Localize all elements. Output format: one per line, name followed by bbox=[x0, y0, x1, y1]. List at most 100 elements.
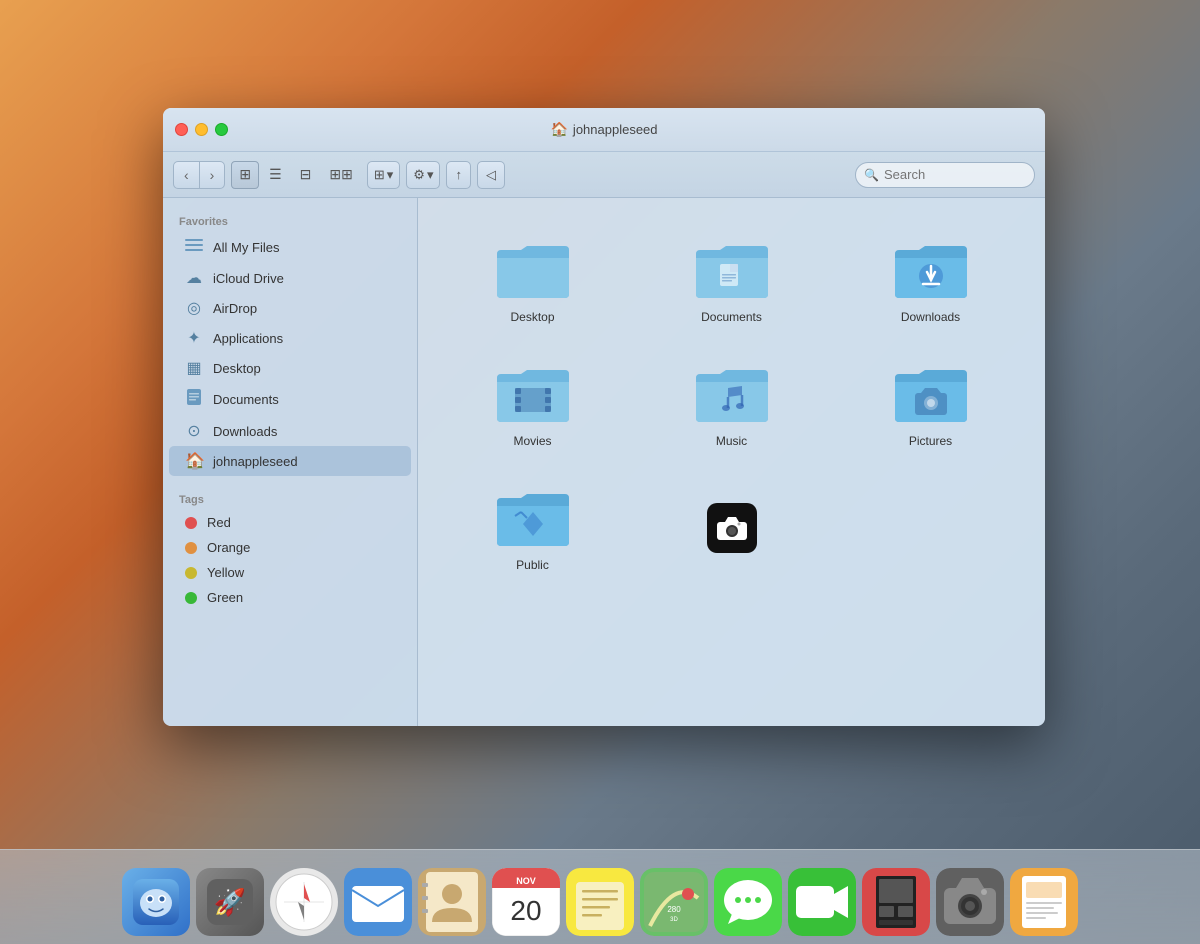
cover-flow-button[interactable]: ⊞⊞ bbox=[321, 161, 360, 189]
dock-item-photobooth[interactable] bbox=[862, 868, 930, 936]
group-icon: ⊞ bbox=[374, 167, 385, 183]
svg-text:20: 20 bbox=[510, 895, 541, 926]
dock-item-maps[interactable]: 280 3D bbox=[640, 868, 708, 936]
sidebar-item-red-tag[interactable]: Red bbox=[169, 510, 411, 535]
tag-icon: ◁ bbox=[486, 167, 496, 183]
search-input[interactable] bbox=[855, 162, 1035, 188]
yellow-tag-dot bbox=[185, 567, 197, 579]
file-grid: Desktop Documents bbox=[418, 198, 1045, 726]
pictures-folder-item[interactable]: Pictures bbox=[836, 352, 1025, 456]
documents-folder-item[interactable]: Documents bbox=[637, 228, 826, 332]
dock-item-safari[interactable] bbox=[270, 868, 338, 936]
sidebar-item-icloud-drive[interactable]: ☁ iCloud Drive bbox=[169, 263, 411, 293]
tag-button[interactable]: ◁ bbox=[477, 161, 505, 189]
minimize-button[interactable] bbox=[195, 123, 208, 136]
window-title: 🏠 johnappleseed bbox=[550, 121, 657, 138]
photobooth-icon bbox=[862, 868, 930, 936]
downloads-folder-icon bbox=[891, 236, 971, 302]
downloads-folder-name: Downloads bbox=[901, 310, 960, 324]
sidebar-item-johnappleseed[interactable]: 🏠 johnappleseed bbox=[169, 446, 411, 476]
share-button[interactable]: ↑ bbox=[446, 161, 471, 189]
maps-icon: 280 3D bbox=[640, 868, 708, 936]
dock-item-notes[interactable] bbox=[566, 868, 634, 936]
dock-item-facetime[interactable] bbox=[788, 868, 856, 936]
sidebar-item-label: johnappleseed bbox=[213, 454, 298, 469]
sidebar-item-label: Green bbox=[207, 590, 243, 605]
facetime-icon bbox=[788, 868, 856, 936]
sidebar-item-airdrop[interactable]: ◎ AirDrop bbox=[169, 293, 411, 323]
sidebar-item-label: AirDrop bbox=[213, 301, 257, 316]
sidebar-item-yellow-tag[interactable]: Yellow bbox=[169, 560, 411, 585]
movies-folder-name: Movies bbox=[513, 434, 551, 448]
tags-header: Tags bbox=[163, 486, 417, 510]
dock: 🚀 bbox=[0, 849, 1200, 944]
column-view-button[interactable]: ⊟ bbox=[292, 161, 320, 189]
dock-item-launchpad[interactable]: 🚀 bbox=[196, 868, 264, 936]
svg-text:NOV: NOV bbox=[516, 876, 536, 886]
nav-buttons: ‹ › bbox=[173, 161, 225, 189]
back-button[interactable]: ‹ bbox=[173, 161, 199, 189]
camera-dock-icon bbox=[936, 868, 1004, 936]
action-button[interactable]: ⚙ ▾ bbox=[406, 161, 440, 189]
icloud-icon: ☁ bbox=[185, 268, 203, 288]
safari-icon bbox=[270, 868, 338, 936]
sidebar-item-green-tag[interactable]: Green bbox=[169, 585, 411, 610]
launchpad-icon: 🚀 bbox=[196, 868, 264, 936]
pages-icon bbox=[1010, 868, 1078, 936]
dock-item-mail[interactable] bbox=[344, 868, 412, 936]
traffic-lights bbox=[175, 123, 228, 136]
music-folder-item[interactable]: Music bbox=[637, 352, 826, 456]
red-tag-dot bbox=[185, 517, 197, 529]
desktop-folder-name: Desktop bbox=[510, 310, 554, 324]
list-view-button[interactable]: ☰ bbox=[261, 161, 290, 189]
forward-button[interactable]: › bbox=[199, 161, 226, 189]
dock-item-finder[interactable] bbox=[122, 868, 190, 936]
pictures-folder-name: Pictures bbox=[909, 434, 952, 448]
group-by-button[interactable]: ⊞ ▾ bbox=[367, 161, 400, 189]
group-chevron: ▾ bbox=[387, 167, 394, 183]
sidebar-item-documents[interactable]: Documents bbox=[169, 383, 411, 416]
dock-item-messages[interactable] bbox=[714, 868, 782, 936]
sidebar: Favorites All My Files ☁ iCloud Drive ◎ bbox=[163, 198, 418, 726]
music-folder-name: Music bbox=[716, 434, 747, 448]
dock-item-camera[interactable] bbox=[936, 868, 1004, 936]
desktop-icon: ▦ bbox=[185, 358, 203, 378]
desktop-folder-item[interactable]: Desktop bbox=[438, 228, 627, 332]
calendar-icon: NOV 20 bbox=[492, 868, 560, 936]
desktop-folder-icon bbox=[493, 236, 573, 302]
sidebar-item-label: All My Files bbox=[213, 240, 279, 255]
screenshot-item bbox=[637, 476, 826, 580]
maximize-button[interactable] bbox=[215, 123, 228, 136]
close-button[interactable] bbox=[175, 123, 188, 136]
documents-icon bbox=[185, 388, 203, 411]
sidebar-item-label: Downloads bbox=[213, 424, 277, 439]
dock-item-pages[interactable] bbox=[1010, 868, 1078, 936]
finder-icon bbox=[122, 868, 190, 936]
public-folder-name: Public bbox=[516, 558, 549, 572]
movies-folder-icon bbox=[493, 360, 573, 426]
sidebar-item-applications[interactable]: ✦ Applications bbox=[169, 323, 411, 353]
green-tag-dot bbox=[185, 592, 197, 604]
dock-item-calendar[interactable]: NOV 20 bbox=[492, 868, 560, 936]
icon-view-button[interactable]: ⊞ bbox=[231, 161, 259, 189]
sidebar-item-orange-tag[interactable]: Orange bbox=[169, 535, 411, 560]
sidebar-item-downloads[interactable]: ⊙ Downloads bbox=[169, 416, 411, 446]
home-icon: 🏠 bbox=[550, 121, 567, 138]
svg-text:280: 280 bbox=[667, 905, 681, 914]
window-title-text: johnappleseed bbox=[573, 122, 658, 137]
view-buttons: ⊞ ☰ ⊟ ⊞⊞ bbox=[231, 161, 361, 189]
movies-folder-item[interactable]: Movies bbox=[438, 352, 627, 456]
sidebar-item-desktop[interactable]: ▦ Desktop bbox=[169, 353, 411, 383]
sidebar-item-label: Orange bbox=[207, 540, 250, 555]
contacts-icon bbox=[418, 868, 486, 936]
column-view-icon: ⊟ bbox=[300, 166, 312, 183]
dock-item-contacts[interactable] bbox=[418, 868, 486, 936]
sidebar-item-all-my-files[interactable]: All My Files bbox=[169, 232, 411, 263]
pictures-folder-icon bbox=[891, 360, 971, 426]
applications-icon: ✦ bbox=[185, 328, 203, 348]
downloads-folder-item[interactable]: Downloads bbox=[836, 228, 1025, 332]
public-folder-item[interactable]: Public bbox=[438, 476, 627, 580]
title-bar: 🏠 johnappleseed bbox=[163, 108, 1045, 152]
home-folder-icon: 🏠 bbox=[185, 451, 203, 471]
sidebar-item-label: iCloud Drive bbox=[213, 271, 284, 286]
